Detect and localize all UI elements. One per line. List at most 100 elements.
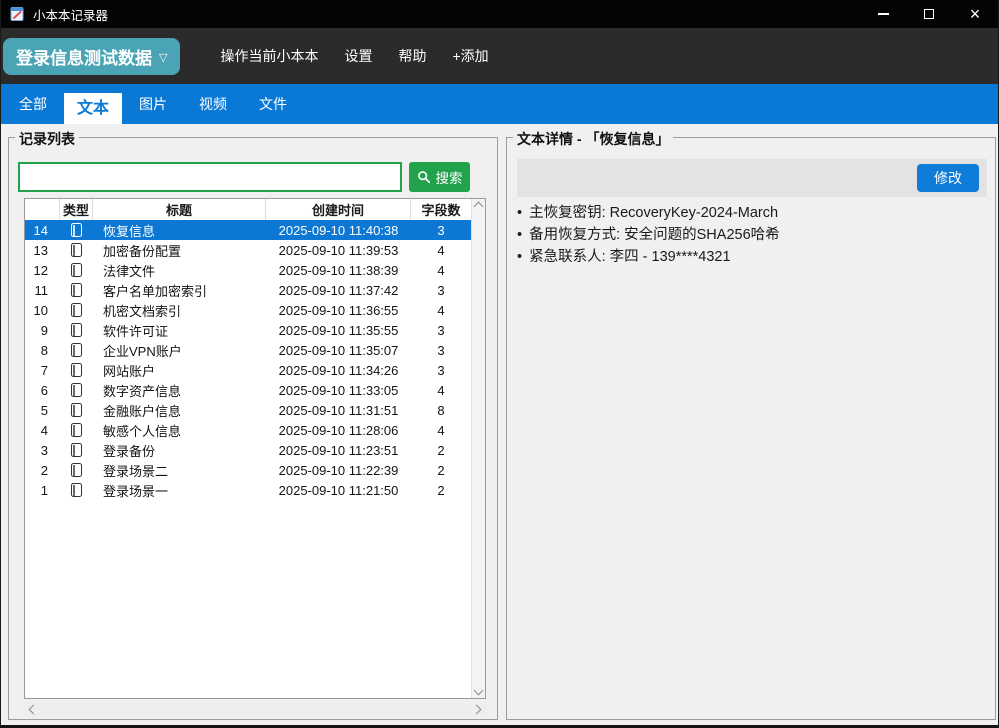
table-row[interactable]: 9软件许可证2025-09-10 11:35:553 [25, 320, 471, 340]
minimize-icon [878, 13, 889, 15]
table-row[interactable]: 14恢复信息2025-09-10 11:40:383 [25, 220, 471, 240]
row-field-count: 2 [411, 443, 471, 458]
text-note-icon [71, 403, 82, 417]
text-note-icon [71, 383, 82, 397]
type-cell [60, 303, 93, 317]
table-row[interactable]: 7网站账户2025-09-10 11:34:263 [25, 360, 471, 380]
row-created-time: 2025-09-10 11:28:06 [266, 423, 411, 438]
type-cell [60, 383, 93, 397]
search-button[interactable]: 搜索 [409, 162, 470, 192]
row-field-count: 3 [411, 323, 471, 338]
table-row[interactable]: 8企业VPN账户2025-09-10 11:35:073 [25, 340, 471, 360]
tab-videos[interactable]: 视频 [184, 84, 242, 124]
close-button[interactable]: × [952, 0, 998, 28]
type-cell [60, 323, 93, 337]
detail-item: 备用恢复方式: 安全问题的SHA256哈希 [517, 224, 780, 246]
type-cell [60, 363, 93, 377]
row-title: 数字资产信息 [93, 381, 266, 400]
row-number: 8 [25, 343, 60, 358]
notebook-selector-button[interactable]: 登录信息测试数据 ▽ [3, 38, 180, 75]
text-note-icon [71, 463, 82, 477]
column-header[interactable]: 标题 [93, 199, 266, 220]
type-cell [60, 463, 93, 477]
row-created-time: 2025-09-10 11:35:07 [266, 343, 411, 358]
minimize-button[interactable] [860, 0, 906, 28]
vertical-scrollbar[interactable] [471, 199, 485, 698]
table-row[interactable]: 11客户名单加密索引2025-09-10 11:37:423 [25, 280, 471, 300]
table-row[interactable]: 5金融账户信息2025-09-10 11:31:518 [25, 400, 471, 420]
type-cell [60, 403, 93, 417]
detail-item: 紧急联系人: 李四 - 139****4321 [517, 246, 780, 268]
horizontal-scrollbar[interactable] [24, 701, 486, 717]
row-created-time: 2025-09-10 11:36:55 [266, 303, 411, 318]
scroll-down-icon[interactable] [474, 686, 484, 696]
maximize-button[interactable] [906, 0, 952, 28]
type-cell [60, 223, 93, 237]
column-header[interactable]: 类型 [60, 199, 93, 220]
text-note-icon [71, 283, 82, 297]
app-notepad-icon [9, 6, 25, 22]
tab-text[interactable]: 文本 [64, 93, 122, 124]
row-title: 登录场景二 [93, 461, 266, 480]
tab-images[interactable]: 图片 [124, 84, 182, 124]
row-created-time: 2025-09-10 11:39:53 [266, 243, 411, 258]
text-note-icon [71, 343, 82, 357]
row-number: 7 [25, 363, 60, 378]
text-note-icon [71, 223, 82, 237]
table-row[interactable]: 12法律文件2025-09-10 11:38:394 [25, 260, 471, 280]
menu-help[interactable]: 帮助 [398, 46, 426, 66]
row-number: 12 [25, 263, 60, 278]
row-created-time: 2025-09-10 11:34:26 [266, 363, 411, 378]
row-number: 5 [25, 403, 60, 418]
window-controls: × [860, 0, 998, 28]
menu-operate-notebook[interactable]: 操作当前小本本 [220, 46, 318, 66]
table-row[interactable]: 1登录场景一2025-09-10 11:21:502 [25, 480, 471, 500]
menu-settings[interactable]: 设置 [344, 46, 372, 66]
scroll-left-icon[interactable] [29, 704, 39, 714]
type-cell [60, 343, 93, 357]
row-field-count: 8 [411, 403, 471, 418]
menu-add[interactable]: +添加 [452, 46, 488, 66]
search-input[interactable] [18, 162, 402, 192]
record-list-panel: 记录列表 搜索 类型标题创建时间字段数 14恢复信息2025-09-10 11:… [8, 137, 498, 720]
table-row[interactable]: 13加密备份配置2025-09-10 11:39:534 [25, 240, 471, 260]
table-row[interactable]: 10 机密文档索引2025-09-10 11:36:554 [25, 300, 471, 320]
row-number: 10 [25, 303, 60, 318]
text-note-icon [71, 263, 82, 277]
text-note-icon [71, 323, 82, 337]
column-header[interactable]: 创建时间 [266, 199, 411, 220]
toolbar-menu: 操作当前小本本 设置 帮助 +添加 [220, 46, 488, 66]
row-field-count: 3 [411, 343, 471, 358]
table-row[interactable]: 4敏感个人信息2025-09-10 11:28:064 [25, 420, 471, 440]
table-row[interactable]: 2登录场景二2025-09-10 11:22:392 [25, 460, 471, 480]
row-created-time: 2025-09-10 11:21:50 [266, 483, 411, 498]
row-created-time: 2025-09-10 11:23:51 [266, 443, 411, 458]
tab-all[interactable]: 全部 [4, 84, 62, 124]
row-number: 3 [25, 443, 60, 458]
table-header: 类型标题创建时间字段数 [25, 199, 485, 221]
row-created-time: 2025-09-10 11:22:39 [266, 463, 411, 478]
row-field-count: 4 [411, 303, 471, 318]
window-title: 小本本记录器 [33, 5, 108, 24]
type-cell [60, 483, 93, 497]
scroll-up-icon[interactable] [474, 202, 484, 212]
maximize-icon [924, 9, 934, 19]
table-row[interactable]: 6数字资产信息2025-09-10 11:33:054 [25, 380, 471, 400]
row-number: 6 [25, 383, 60, 398]
chevron-down-icon: ▽ [159, 51, 167, 64]
detail-panel: 文本详情 - 「恢复信息」 修改 主恢复密钥: RecoveryKey-2024… [506, 137, 996, 720]
main-content: 记录列表 搜索 类型标题创建时间字段数 14恢复信息2025-09-10 11:… [1, 124, 998, 728]
row-field-count: 4 [411, 423, 471, 438]
text-note-icon [71, 423, 82, 437]
text-note-icon [71, 303, 82, 317]
edit-button[interactable]: 修改 [917, 164, 979, 192]
tab-files[interactable]: 文件 [244, 84, 302, 124]
row-field-count: 4 [411, 243, 471, 258]
row-title: 机密文档索引 [93, 301, 266, 320]
row-title: 软件许可证 [93, 321, 266, 340]
column-header[interactable] [25, 199, 60, 220]
scroll-right-icon[interactable] [472, 704, 482, 714]
text-note-icon [71, 443, 82, 457]
column-header[interactable]: 字段数 [411, 199, 471, 220]
table-row[interactable]: 3登录备份2025-09-10 11:23:512 [25, 440, 471, 460]
